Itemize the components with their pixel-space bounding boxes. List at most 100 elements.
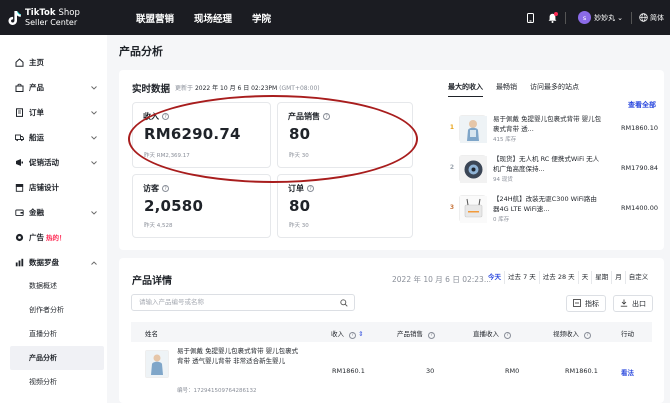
metric-visitors[interactable]: 访客? 2,0580 昨天 4,528 [132, 174, 271, 238]
col-video-revenue[interactable]: 视频收入 ? [553, 328, 592, 339]
chevron-up-icon [91, 258, 97, 267]
help-icon[interactable]: ? [584, 331, 592, 339]
product-name[interactable]: 易于佩戴 免提婴儿包裹式背带 婴儿包裹式背带 透... [493, 114, 603, 134]
product-revenue: RM1400.00 [620, 204, 658, 212]
row-live-revenue: RM0 [505, 367, 520, 375]
tiktok-shop-logo[interactable]: TikTok Shop Seller Center [8, 7, 104, 27]
sort-icon[interactable]: ⇕ [358, 330, 363, 338]
table-row[interactable]: 易于佩戴 免提婴儿包裹式背带 婴儿包裹式背带 透气婴儿背带 非常适合新生婴儿 编… [131, 346, 652, 403]
view-action-link[interactable]: 看法 [621, 367, 634, 377]
row-revenue: RM1860.1 [332, 367, 365, 375]
export-label: 出口 [632, 299, 646, 308]
brand-subtitle: Seller Center [25, 17, 78, 27]
sidebar-item-label: 订单 [29, 107, 44, 117]
sidebar-item-data-compass[interactable]: 数据罗盘 [0, 250, 107, 274]
bell-icon[interactable] [547, 11, 559, 23]
top-bar: TikTok Shop Seller Center 联盟营销 现场经理 学院 s… [0, 0, 670, 35]
metric-yesterday: 昨天 30 [289, 223, 309, 229]
export-button[interactable]: 出口 [613, 295, 653, 312]
tab-top-revenue[interactable]: 最大的收入 [448, 82, 483, 97]
sidebar-item-ads[interactable]: 广告 热的！ [0, 225, 107, 249]
tab-best-selling[interactable]: 最畅销 [496, 82, 517, 97]
metric-orders[interactable]: 订单? 80 昨天 30 [277, 174, 413, 238]
top-product-row[interactable]: 2 【现货】无人机 RC 便携式WiFi 无人机广角高度保持... 94 现货 … [448, 154, 658, 190]
sidebar-item-products[interactable]: 产品 [0, 75, 107, 99]
sidebar-item-shipping[interactable]: 船运 [0, 125, 107, 149]
rank-badge: 1 [449, 124, 455, 131]
search-icon[interactable] [340, 298, 348, 313]
page-title: 产品分析 [119, 45, 163, 58]
sidebar-item-label: 金融 [29, 207, 44, 217]
period-today[interactable]: 今天 [485, 271, 505, 284]
col-video-label: 视频收入 [553, 330, 579, 338]
col-live-revenue[interactable]: 直播收入 ? [473, 328, 512, 339]
username[interactable]: 妙妙丸 [594, 13, 615, 23]
help-icon[interactable]: ? [162, 185, 169, 192]
help-icon[interactable]: ? [349, 331, 357, 339]
divider [565, 11, 567, 24]
product-name[interactable]: 易于佩戴 免提婴儿包裹式背带 婴儿包裹式背带 透气婴儿背带 非常适合新生婴儿 [177, 346, 302, 366]
row-sales: 30 [426, 367, 435, 375]
product-thumbnail [145, 350, 169, 378]
tab-most-visited[interactable]: 访问最多的站点 [530, 82, 579, 97]
period-custom[interactable]: 自定义 [626, 271, 652, 284]
nav-live-manager[interactable]: 现场经理 [194, 11, 232, 25]
view-all-link[interactable]: 查看全部 [628, 100, 656, 110]
period-week[interactable]: 星期 [592, 271, 613, 284]
sidebar-item-store-design[interactable]: 店铺设计 [0, 175, 107, 199]
product-stock: 94 现货 [493, 177, 513, 183]
divider [631, 11, 632, 24]
metrics-button[interactable]: 指标 [566, 295, 606, 312]
col-revenue[interactable]: 收入 ? ⇕ [331, 328, 364, 339]
realtime-title: 实时数据 [132, 84, 171, 95]
help-icon[interactable]: ? [428, 331, 436, 339]
rank-badge: 2 [449, 164, 455, 171]
nav-academy[interactable]: 学院 [252, 11, 271, 25]
chevron-down-icon [91, 108, 97, 117]
timezone: (GMT+08:00) [279, 85, 320, 92]
date-range[interactable]: 2022 年 10 月 6 日 02:23... [392, 274, 491, 285]
period-7-days[interactable]: 过去 7 天 [505, 271, 540, 284]
chevron-down-icon[interactable]: ⌄ [617, 14, 623, 22]
product-name[interactable]: 【24H航】改装无驱C300 WiFi路由器4G LTE WiFi速... [493, 194, 603, 214]
notification-dot [554, 11, 559, 16]
rank-badge: 3 [449, 204, 455, 211]
brand-name: TikTok [25, 7, 56, 18]
sidebar-item-label: 店铺设计 [29, 182, 59, 192]
col-name[interactable]: 姓名 [145, 328, 158, 338]
help-icon[interactable]: ? [504, 331, 512, 339]
sidebar-item-finance[interactable]: 金融 [0, 200, 107, 224]
language-selector[interactable]: 简体 [650, 13, 664, 23]
store-icon [14, 182, 24, 192]
phone-icon[interactable] [525, 12, 535, 23]
sidebar-subitem-live-analytics[interactable]: 直播分析 [0, 322, 107, 346]
chevron-down-icon [91, 83, 97, 92]
top-product-row[interactable]: 3 【24H航】改装无驱C300 WiFi路由器4G LTE WiFi速... … [448, 194, 658, 230]
period-day[interactable]: 天 [579, 271, 593, 284]
help-icon[interactable]: ? [307, 185, 314, 192]
sidebar-item-promotions[interactable]: 促销活动 [0, 150, 107, 174]
period-month[interactable]: 月 [612, 271, 626, 284]
top-product-row[interactable]: 1 易于佩戴 免提婴儿包裹式背带 婴儿包裹式背带 透... 415 库存 RM1… [448, 114, 658, 150]
globe-icon[interactable] [638, 13, 648, 23]
sidebar-item-home[interactable]: 主页 [0, 50, 107, 74]
sidebar-subitem-product-analytics[interactable]: 产品分析 [10, 346, 104, 370]
updated-timestamp: 2022 年 10 月 6 日 02:23PM [194, 85, 278, 92]
sidebar-subitem-creator-analytics[interactable]: 创作者分析 [0, 298, 107, 322]
hot-badge: 热的！ [46, 234, 66, 242]
sidebar-subitem-video-analytics[interactable]: 视频分析 [0, 370, 107, 394]
sidebar-item-orders[interactable]: 订单 [0, 100, 107, 124]
period-28-days[interactable]: 过去 28 天 [540, 271, 579, 284]
top-products-tabs: 最大的收入 最畅销 访问最多的站点 [448, 82, 592, 97]
nav-affiliate[interactable]: 联盟营销 [136, 11, 174, 25]
col-product-sales[interactable]: 产品销售 ? [397, 328, 436, 339]
product-name[interactable]: 【现货】无人机 RC 便携式WiFi 无人机广角高度保持... [493, 154, 603, 174]
search-input[interactable]: 请输入产品编号或名称 [131, 294, 355, 311]
product-stock: 0 库存 [493, 217, 510, 223]
metric-value: 80 [289, 197, 311, 215]
updated-label: 更新于 [175, 85, 194, 92]
home-icon [14, 57, 24, 67]
table-header: 姓名 收入 ? ⇕ 产品销售 ? 直播收入 ? 视频收入 ? 行动 [131, 322, 652, 342]
avatar[interactable]: s [578, 11, 592, 24]
sidebar-subitem-data-overview[interactable]: 数据概述 [0, 274, 107, 298]
